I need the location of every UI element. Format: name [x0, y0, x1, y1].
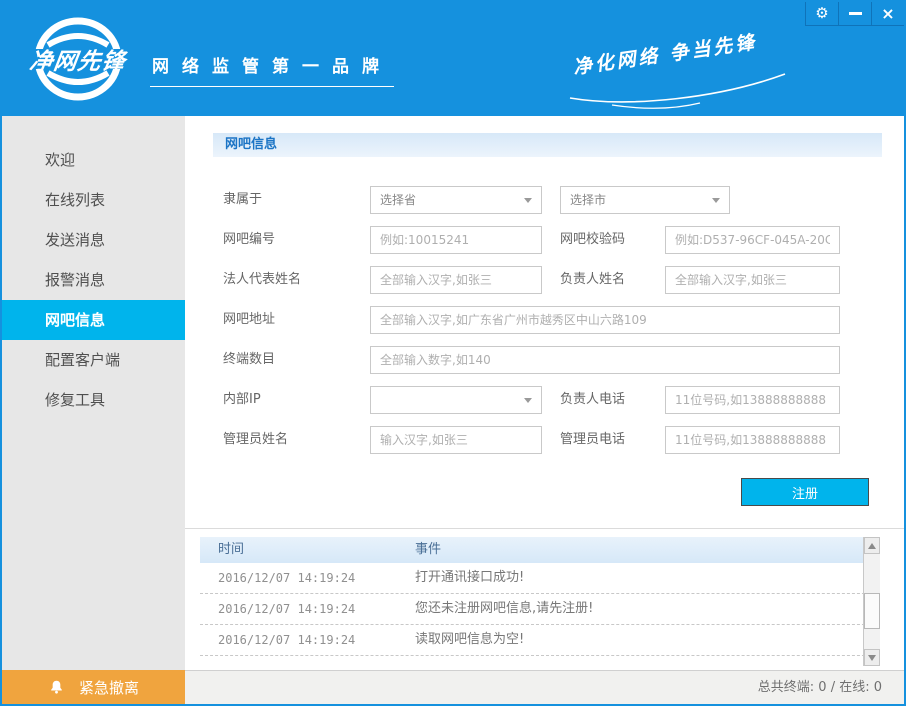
log-event: 您还未注册网吧信息,请先注册! — [415, 594, 593, 624]
bell-icon — [48, 679, 65, 696]
terminals-input[interactable] — [370, 346, 840, 374]
principal-phone-input[interactable] — [665, 386, 840, 414]
header: 净网先锋 网络监管第一品牌 净化网络 争当先锋 ⚙ × — [2, 2, 904, 116]
close-icon: × — [881, 6, 894, 22]
slogan-swoosh-icon — [550, 70, 800, 110]
logo-text: 净网先锋 — [10, 42, 147, 76]
sidebar-item-alarm-message[interactable]: 报警消息 — [2, 260, 185, 300]
minimize-button[interactable] — [838, 2, 871, 26]
chevron-down-icon — [524, 198, 532, 203]
city-select-value: 选择市 — [570, 193, 606, 207]
admin-phone-label: 管理员电话 — [560, 426, 625, 454]
legal-rep-label: 法人代表姓名 — [223, 266, 301, 294]
address-label: 网吧地址 — [223, 306, 275, 334]
log-time: 2016/12/07 14:19:24 — [218, 594, 355, 624]
form-row-cafe-ids: 网吧编号 网吧校验码 — [185, 226, 904, 254]
column-header-event: 事件 — [415, 537, 441, 563]
chevron-down-icon — [712, 198, 720, 203]
belongs-label: 隶属于 — [223, 186, 262, 214]
triangle-down-icon — [868, 655, 876, 661]
form-row-admin: 管理员姓名 管理员电话 — [185, 426, 904, 454]
emergency-label: 紧急撤离 — [79, 677, 139, 698]
triangle-up-icon — [868, 543, 876, 549]
form-row-belongs: 隶属于 选择省 选择市 — [185, 186, 904, 214]
sidebar-item-online-list[interactable]: 在线列表 — [2, 180, 185, 220]
province-select[interactable]: 选择省 — [370, 186, 542, 214]
sidebar: 欢迎 在线列表 发送消息 报警消息 网吧信息 配置客户端 修复工具 — [2, 116, 185, 670]
app-window: 净网先锋 网络监管第一品牌 净化网络 争当先锋 ⚙ × 欢迎 在线列表 — [0, 0, 906, 706]
internal-ip-select[interactable] — [370, 386, 542, 414]
gear-icon: ⚙ — [815, 6, 828, 21]
admin-name-label: 管理员姓名 — [223, 426, 288, 454]
header-tagline: 网络监管第一品牌 — [150, 52, 394, 87]
principal-input[interactable] — [665, 266, 840, 294]
city-select[interactable]: 选择市 — [560, 186, 730, 214]
sidebar-item-cafe-info[interactable]: 网吧信息 — [2, 300, 185, 340]
cafe-no-label: 网吧编号 — [223, 226, 275, 254]
scrollbar[interactable] — [863, 537, 880, 666]
sidebar-item-repair-tool[interactable]: 修复工具 — [2, 380, 185, 420]
column-header-time: 时间 — [218, 537, 244, 563]
form-row-terminals: 终端数目 — [185, 346, 904, 374]
cafe-code-input[interactable] — [665, 226, 840, 254]
terminals-label: 终端数目 — [223, 346, 275, 374]
scroll-up-button[interactable] — [864, 537, 880, 554]
form-row-ip-phone: 内部IP 负责人电话 — [185, 386, 904, 414]
app-logo: 净网先锋 — [12, 14, 144, 104]
panel-title: 网吧信息 — [213, 133, 882, 157]
cafe-no-input[interactable] — [370, 226, 542, 254]
scrollbar-thumb[interactable] — [864, 593, 880, 629]
admin-phone-input[interactable] — [665, 426, 840, 454]
log-time: 2016/12/07 14:19:24 — [218, 625, 355, 655]
scroll-down-button[interactable] — [864, 649, 880, 666]
close-button[interactable]: × — [871, 2, 904, 26]
log-event: 打开通讯接口成功! — [415, 563, 524, 593]
table-row: 2016/12/07 14:19:24 读取网吧信息为空! — [200, 625, 880, 656]
principal-label: 负责人姓名 — [560, 266, 625, 294]
header-slogan: 净化网络 争当先锋 — [550, 26, 830, 106]
form-row-names: 法人代表姓名 负责人姓名 — [185, 266, 904, 294]
minimize-icon — [849, 12, 862, 15]
status-text: 总共终端: 0 / 在线: 0 — [758, 680, 882, 695]
principal-phone-label: 负责人电话 — [560, 386, 625, 414]
address-input[interactable] — [370, 306, 840, 334]
sidebar-item-configure-client[interactable]: 配置客户端 — [2, 340, 185, 380]
log-event: 读取网吧信息为空! — [415, 625, 524, 655]
chevron-down-icon — [524, 398, 532, 403]
sidebar-item-send-message[interactable]: 发送消息 — [2, 220, 185, 260]
internal-ip-label: 内部IP — [223, 386, 261, 414]
status-bar: 总共终端: 0 / 在线: 0 — [185, 670, 904, 704]
register-button[interactable]: 注册 — [741, 478, 869, 506]
province-select-value: 选择省 — [380, 193, 416, 207]
cafe-code-label: 网吧校验码 — [560, 226, 625, 254]
main-content: 网吧信息 隶属于 选择省 选择市 网吧编号 网吧校验码 — [185, 116, 904, 670]
settings-button[interactable]: ⚙ — [805, 2, 838, 26]
form-row-address: 网吧地址 — [185, 306, 904, 334]
window-controls: ⚙ × — [805, 2, 904, 26]
sidebar-item-welcome[interactable]: 欢迎 — [2, 140, 185, 180]
legal-rep-input[interactable] — [370, 266, 542, 294]
log-table-header: 时间 事件 — [200, 537, 880, 563]
log-time: 2016/12/07 14:19:24 — [218, 563, 355, 593]
table-row: 2016/12/07 14:19:24 打开通讯接口成功! — [200, 563, 880, 594]
divider — [185, 528, 904, 529]
sidebar-menu: 欢迎 在线列表 发送消息 报警消息 网吧信息 配置客户端 修复工具 — [2, 140, 185, 420]
emergency-button[interactable]: 紧急撤离 — [2, 670, 185, 704]
log-table: 时间 事件 2016/12/07 14:19:24 打开通讯接口成功! 2016… — [200, 537, 880, 666]
admin-name-input[interactable] — [370, 426, 542, 454]
table-row: 2016/12/07 14:19:24 您还未注册网吧信息,请先注册! — [200, 594, 880, 625]
